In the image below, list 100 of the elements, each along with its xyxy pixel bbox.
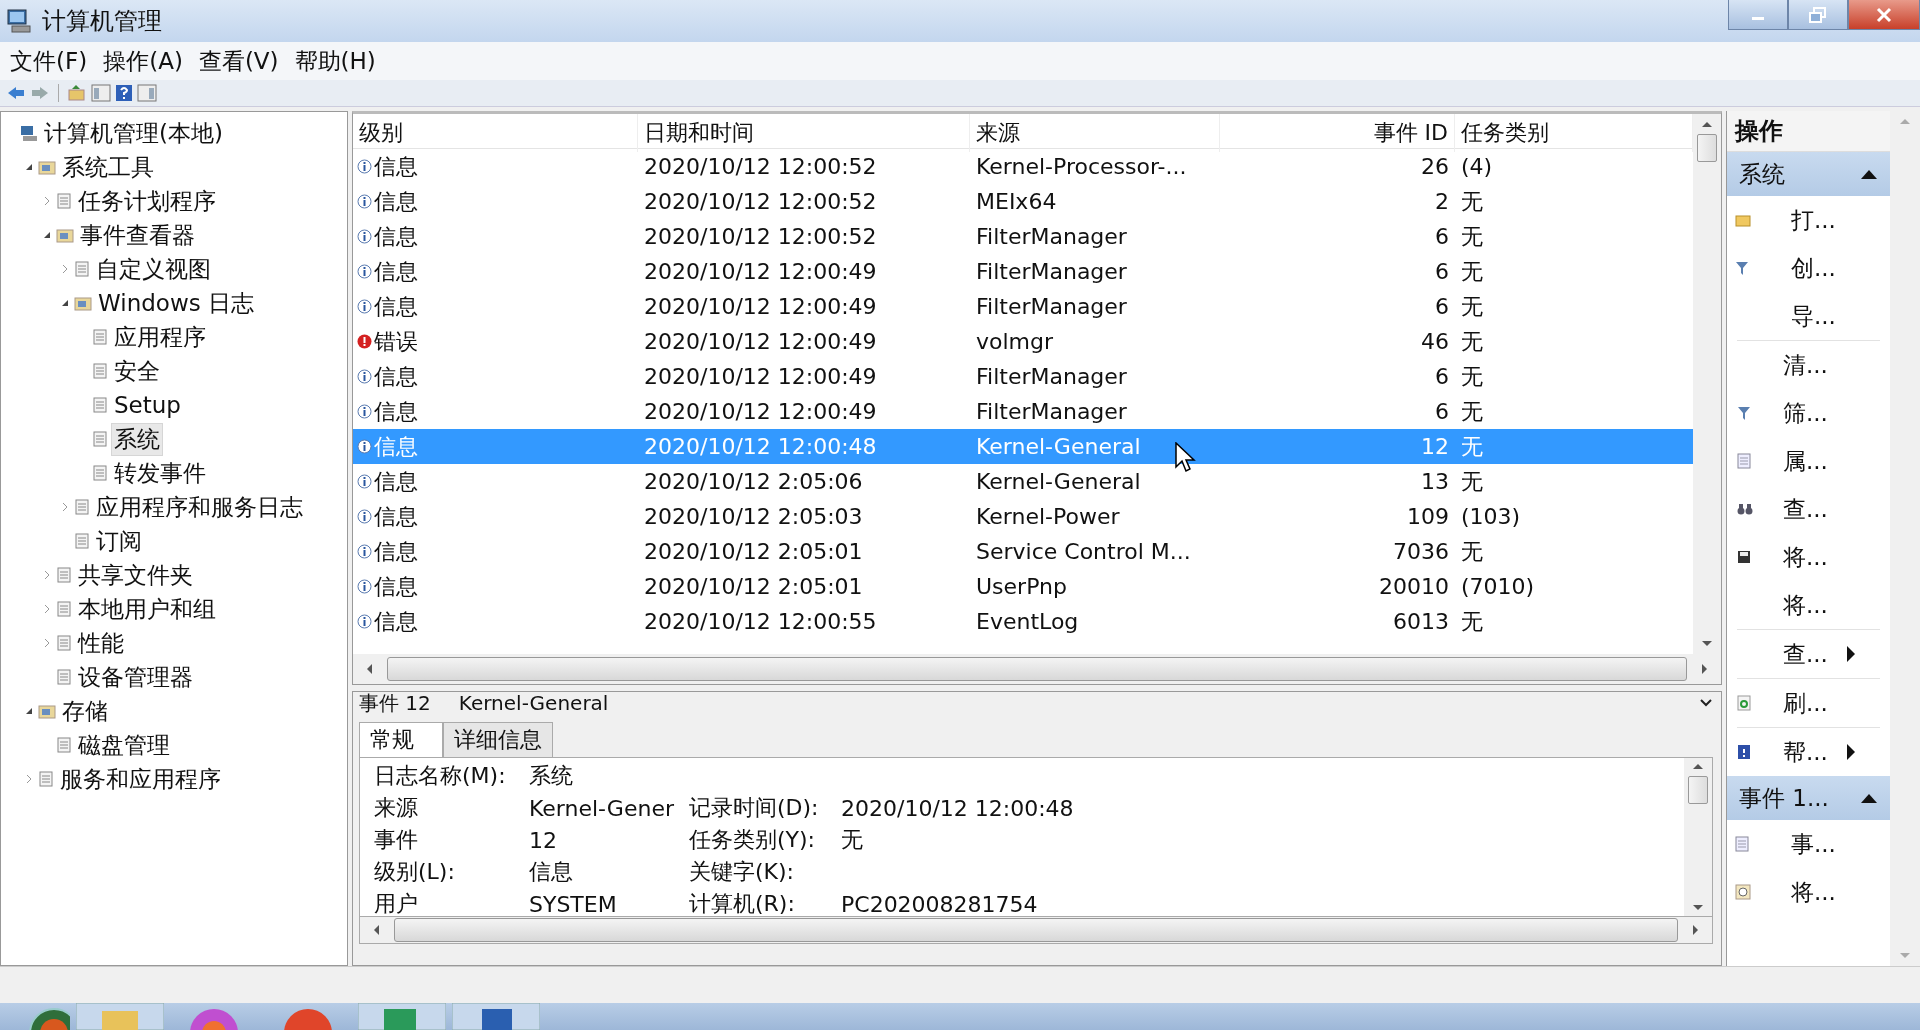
tree-item[interactable]: Windows 日志	[95, 286, 257, 320]
scroll-down-icon[interactable]	[1692, 904, 1704, 912]
tree-item[interactable]: 订阅	[93, 524, 145, 558]
tree-item[interactable]: 自定义视图	[93, 252, 214, 286]
table-row[interactable]: 信息 2020/10/12 12:00:52 FilterManager 6 无	[353, 219, 1693, 254]
table-cell-text: 2020/10/12 12:00:49	[643, 259, 878, 284]
scroll-thumb[interactable]	[1697, 134, 1717, 162]
field-value: 无	[841, 826, 863, 854]
scroll-thumb[interactable]	[387, 657, 1687, 681]
table-row[interactable]: 信息 2020/10/12 2:05:03 Kernel-Power 109 (103)	[353, 499, 1693, 534]
table-cell-text: Service Control M...	[975, 539, 1192, 564]
tree-item[interactable]: 系统工具	[59, 150, 157, 184]
action-item[interactable]: 事...	[1791, 828, 1836, 860]
column-header[interactable]: 事件 ID	[1220, 114, 1455, 152]
scroll-right-icon[interactable]	[1692, 924, 1700, 936]
table-row[interactable]: 信息 2020/10/12 12:00:52 Kernel-Processor-... 26 (4)	[353, 149, 1693, 184]
scroll-left-icon[interactable]	[372, 924, 380, 936]
table-row[interactable]: 信息 2020/10/12 2:05:01 Service Control M... 7036 无	[353, 534, 1693, 569]
tree-item[interactable]: 本地用户和组	[75, 592, 219, 626]
horizontal-scrollbar[interactable]	[359, 916, 1713, 944]
collapse-arrow-icon[interactable]	[1860, 792, 1878, 804]
back-icon[interactable]	[6, 85, 26, 101]
submenu-arrow-icon[interactable]	[1845, 743, 1856, 761]
action-item[interactable]: 筛...	[1783, 397, 1828, 429]
forward-icon[interactable]	[30, 85, 50, 101]
tree-item[interactable]: 转发事件	[111, 456, 209, 490]
horizontal-scrollbar[interactable]	[352, 654, 1722, 685]
tree-item[interactable]: 共享文件夹	[75, 558, 196, 592]
action-item[interactable]: 将...	[1783, 541, 1828, 573]
collapse-arrow-icon[interactable]	[1860, 168, 1878, 180]
column-header[interactable]: 级别	[353, 114, 638, 152]
section-header[interactable]: 事件 1...	[1727, 776, 1890, 820]
table-row[interactable]: 信息 2020/10/12 12:00:55 EventLog 6013 无	[353, 604, 1693, 639]
table-row[interactable]: 信息 2020/10/12 2:05:06 Kernel-General 13 无	[353, 464, 1693, 499]
tree-item[interactable]: 性能	[75, 626, 127, 660]
menu-item[interactable]: 操作(A)	[103, 45, 183, 77]
section-header[interactable]: 系统	[1727, 152, 1890, 196]
action-item[interactable]: 查...	[1783, 493, 1828, 525]
collapse-icon[interactable]	[1699, 698, 1713, 708]
action-item[interactable]: 将...	[1791, 876, 1836, 908]
tree-item[interactable]: 存储	[59, 694, 111, 728]
menu-item[interactable]: 文件(F)	[10, 45, 88, 77]
tree-item[interactable]: 计算机管理(本地)	[41, 116, 226, 150]
column-header[interactable]: 日期和时间	[638, 114, 970, 152]
scroll-left-icon[interactable]	[365, 663, 373, 675]
action-item[interactable]: 清...	[1783, 349, 1828, 381]
submenu-arrow-icon[interactable]	[1845, 645, 1856, 663]
close-button[interactable]	[1848, 0, 1920, 30]
menu-item[interactable]: 帮助(H)	[294, 45, 376, 77]
expanded-arrow-icon[interactable]	[24, 162, 34, 172]
tab[interactable]: 详细信息	[443, 722, 553, 757]
expanded-arrow-icon[interactable]	[42, 230, 52, 240]
tree-item[interactable]: 系统	[111, 422, 163, 456]
column-header[interactable]: 来源	[970, 114, 1220, 152]
table-row[interactable]: 信息 2020/10/12 12:00:49 FilterManager 6 无	[353, 289, 1693, 324]
minimize-button[interactable]	[1728, 0, 1788, 30]
tree-item[interactable]: Setup	[111, 391, 184, 419]
restore-button[interactable]	[1788, 0, 1848, 30]
scroll-up-icon[interactable]	[1701, 120, 1713, 128]
table-row[interactable]: 信息 2020/10/12 12:00:49 FilterManager 6 无	[353, 359, 1693, 394]
table-row[interactable]: 错误 2020/10/12 12:00:49 volmgr 46 无	[353, 324, 1693, 359]
tree-item[interactable]: 磁盘管理	[75, 728, 173, 762]
tree-item[interactable]: 应用程序和服务日志	[93, 490, 306, 524]
tree-item[interactable]: 应用程序	[111, 320, 209, 354]
action-item[interactable]: 查...	[1783, 638, 1828, 670]
vertical-scrollbar[interactable]	[1684, 758, 1712, 916]
table-cell-text: 信息	[374, 502, 418, 531]
menu-item[interactable]: 查看(V)	[198, 45, 279, 77]
table-row[interactable]: 信息 2020/10/12 12:00:49 FilterManager 6 无	[353, 394, 1693, 429]
table-row[interactable]: 信息 2020/10/12 12:00:49 FilterManager 6 无	[353, 254, 1693, 289]
expanded-arrow-icon[interactable]	[24, 706, 34, 716]
table-row[interactable]: 信息 2020/10/12 2:05:01 UserPnp 20010 (7010)	[353, 569, 1693, 604]
tree-item[interactable]: 安全	[111, 354, 163, 388]
scroll-down-icon[interactable]	[1701, 640, 1713, 648]
scroll-up-icon[interactable]	[1692, 762, 1704, 770]
tree-item[interactable]: 事件查看器	[77, 218, 198, 252]
field-label: 记录时间(D):	[689, 794, 820, 822]
expanded-arrow-icon[interactable]	[60, 298, 70, 308]
action-item[interactable]: 导...	[1791, 300, 1836, 332]
scroll-thumb[interactable]	[394, 918, 1678, 942]
book-icon[interactable]	[358, 1003, 446, 1030]
tab[interactable]: 常规	[359, 722, 443, 757]
log-icon	[74, 498, 90, 516]
tree-item[interactable]: 设备管理器	[75, 660, 196, 694]
action-item[interactable]: 刷...	[1783, 687, 1828, 719]
action-item[interactable]: 打...	[1791, 204, 1836, 236]
scroll-right-icon[interactable]	[1701, 663, 1709, 675]
up-folder-icon[interactable]	[67, 84, 87, 102]
tree-item[interactable]: 服务和应用程序	[57, 762, 224, 796]
vertical-scrollbar[interactable]	[1693, 114, 1721, 654]
action-item[interactable]: 将...	[1783, 589, 1828, 621]
table-row[interactable]: 信息 2020/10/12 12:00:52 MEIx64 2 无	[353, 184, 1693, 219]
computer-icon[interactable]	[452, 1003, 540, 1030]
action-item[interactable]: 创...	[1791, 252, 1836, 284]
log-icon	[74, 532, 90, 550]
action-item[interactable]: 帮...	[1783, 736, 1828, 768]
action-item[interactable]: 属...	[1783, 445, 1828, 477]
tree-item[interactable]: 任务计划程序	[75, 184, 219, 218]
scroll-thumb[interactable]	[1688, 776, 1708, 804]
window-title: 计算机管理	[42, 6, 162, 37]
